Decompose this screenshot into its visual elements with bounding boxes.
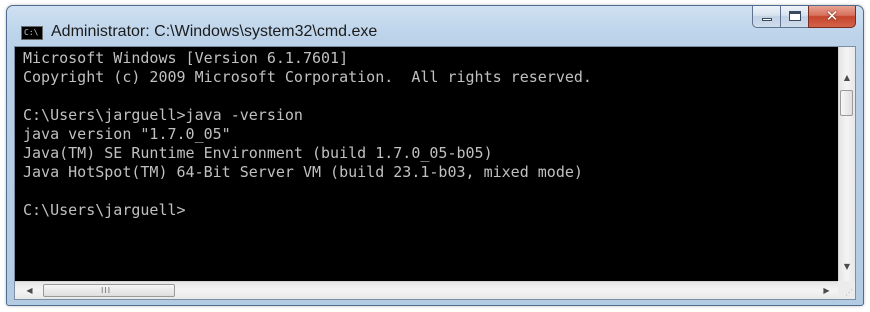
console-line: Java(TM) SE Runtime Environment (build 1… — [23, 144, 493, 162]
console-line: Copyright (c) 2009 Microsoft Corporation… — [23, 68, 592, 86]
close-button[interactable]: ✕ — [808, 6, 856, 28]
scroll-down-arrow-icon[interactable]: ▼ — [839, 258, 855, 275]
close-icon: ✕ — [825, 7, 839, 25]
console-output[interactable]: Microsoft Windows [Version 6.1.7601] Cop… — [15, 47, 839, 281]
maximize-icon — [789, 11, 801, 21]
scroll-left-arrow-icon[interactable]: ◀ — [21, 282, 38, 299]
scroll-up-arrow-icon[interactable]: ▲ — [839, 69, 855, 86]
caption-buttons: ✕ — [752, 6, 856, 30]
console-line: java version "1.7.0_05" — [23, 125, 231, 143]
vertical-scroll-thumb[interactable] — [840, 90, 853, 116]
size-grip-icon[interactable]: ⋰ — [845, 289, 853, 297]
window-title: Administrator: C:\Windows\system32\cmd.e… — [51, 23, 378, 40]
vertical-scrollbar[interactable]: ▲ ▼ — [838, 47, 855, 281]
scroll-right-arrow-icon[interactable]: ▶ — [818, 282, 835, 299]
console-line: Java HotSpot(TM) 64-Bit Server VM (build… — [23, 163, 583, 181]
minimize-button[interactable] — [752, 6, 780, 28]
minimize-icon — [762, 18, 772, 21]
horizontal-scroll-thumb[interactable]: III — [43, 284, 175, 297]
maximize-button[interactable] — [780, 6, 808, 28]
console-frame: Microsoft Windows [Version 6.1.7601] Cop… — [14, 46, 856, 300]
cmd-window: C:\ Administrator: C:\Windows\system32\c… — [6, 5, 864, 306]
scrollbar-corner: ⋰ — [838, 281, 855, 299]
console-line: Microsoft Windows [Version 6.1.7601] — [23, 49, 349, 67]
horizontal-scrollbar[interactable]: ◀ III ▶ — [15, 281, 839, 299]
console-line: C:\Users\jarguell>java -version — [23, 106, 303, 124]
scroll-grip-icon: III — [101, 286, 112, 295]
cmd-icon[interactable]: C:\ — [21, 26, 43, 40]
console-prompt[interactable]: C:\Users\jarguell> — [23, 201, 186, 220]
title-bar[interactable]: C:\ Administrator: C:\Windows\system32\c… — [7, 6, 863, 46]
